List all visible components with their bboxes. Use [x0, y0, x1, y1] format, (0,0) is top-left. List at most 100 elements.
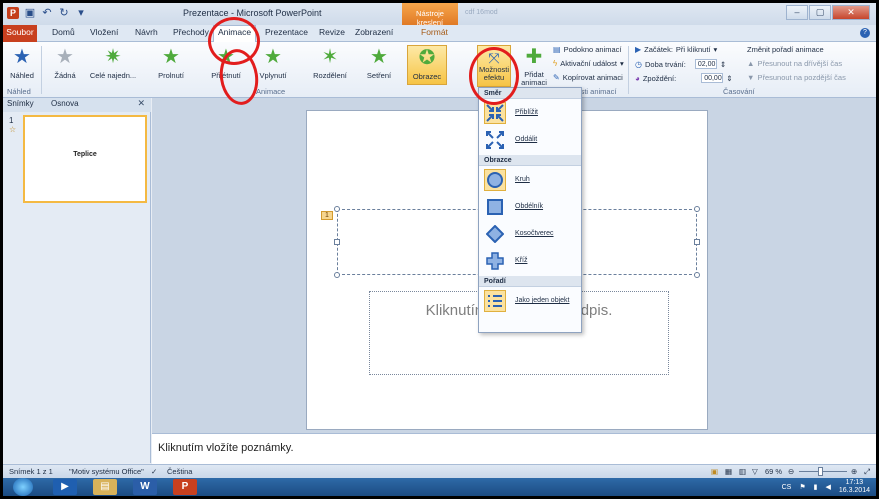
animation-label: Celé najedn... [89, 71, 137, 80]
split-star-icon: ✶ [321, 46, 339, 68]
word-icon[interactable]: W [133, 479, 157, 495]
customize-toolbar-icon[interactable]: ▾ [75, 7, 87, 19]
normal-view-icon[interactable]: ▣ [711, 467, 718, 476]
animation-label: Žádná [54, 71, 76, 80]
delay-icon: ◕ [635, 73, 640, 83]
tab-file[interactable]: Soubor [3, 25, 37, 42]
tab-design[interactable]: Návrh [135, 27, 158, 37]
delay-control: ◕ Zpoždění: 00,00 ⇕ [635, 73, 733, 83]
maximize-button[interactable]: ▢ [809, 5, 831, 20]
explorer-icon[interactable]: ▤ [93, 479, 117, 495]
tab-transitions[interactable]: Přechody [173, 27, 209, 37]
start-button[interactable] [13, 478, 33, 496]
spellcheck-icon[interactable]: ✓ [151, 467, 157, 476]
resize-handle[interactable] [334, 272, 340, 278]
fit-window-icon[interactable]: ⤢ [864, 467, 870, 477]
flag-icon[interactable]: ⚑ [799, 483, 805, 491]
none-star-icon: ★ [56, 46, 74, 68]
move-earlier-label: Přesunout na dřívější čas [757, 59, 843, 68]
help-icon[interactable]: ? [860, 28, 870, 38]
zoom-level[interactable]: 69 % [765, 467, 782, 476]
resize-handle[interactable] [694, 206, 700, 212]
undo-icon[interactable]: ↶ [41, 7, 53, 19]
animation-appear[interactable]: ✷ Celé najedn... [87, 45, 139, 80]
start-dropdown[interactable]: Při kliknutí [676, 45, 711, 54]
section-sequence: Pořadí [479, 276, 581, 287]
timing-group-label: Časování [723, 87, 755, 96]
animation-order-tag[interactable]: 1 [321, 211, 333, 220]
menu-item-label: Oddálit [515, 136, 538, 143]
resize-handle[interactable] [694, 239, 700, 245]
animation-float-in[interactable]: ★ Vplynutí [253, 45, 293, 80]
redo-icon[interactable]: ↻ [58, 7, 70, 19]
menu-item-diamond[interactable]: Kosočtverec [479, 220, 581, 247]
resize-handle[interactable] [334, 239, 340, 245]
move-later-button[interactable]: ▼ Přesunout na pozdější čas [747, 73, 846, 82]
animation-pane-icon: ▤ [553, 45, 561, 54]
spinner-icon[interactable]: ⇕ [726, 74, 732, 83]
animation-wipe[interactable]: ★ Setření [361, 45, 397, 80]
tab-outline[interactable]: Osnova [51, 99, 79, 108]
slide-thumbnail[interactable]: Teplice [23, 115, 147, 203]
windows-taskbar: ▶ ▤ W P CS ⚑ ▮ ◀ 17:13 16.3.2014 [3, 478, 876, 496]
menu-item-circle[interactable]: Kruh [479, 166, 581, 193]
notes-pane[interactable]: Kliknutím vložíte poznámky. [152, 433, 876, 464]
close-button[interactable]: ✕ [832, 5, 870, 20]
animation-painter-button[interactable]: ✎ Kopírovat animaci [553, 73, 623, 82]
menu-item-label: Přiblížit [515, 109, 538, 116]
resize-handle[interactable] [694, 272, 700, 278]
network-icon[interactable]: ▮ [814, 483, 818, 491]
animation-label: Vplynutí [259, 71, 287, 80]
menu-item-as-one-object[interactable]: Jako jeden objekt [479, 287, 581, 314]
reading-view-icon[interactable]: ▥ [739, 467, 746, 476]
chevron-down-icon[interactable]: ▾ [714, 45, 718, 54]
menu-item-label: Obdélník [515, 203, 544, 210]
language-status[interactable]: Čeština [167, 467, 192, 476]
tab-home[interactable]: Domů [52, 27, 75, 37]
zoom-slider-thumb[interactable] [818, 467, 823, 476]
menu-item-zoom-out[interactable]: Oddálit [479, 126, 581, 153]
animation-painter-label: Kopírovat animaci [562, 73, 623, 82]
close-icon[interactable]: ✕ [137, 98, 145, 109]
tab-slideshow[interactable]: Prezentace [265, 27, 308, 37]
preview-button[interactable]: ★ Náhled [6, 45, 38, 80]
resize-handle[interactable] [334, 206, 340, 212]
powerpoint-taskbar-icon[interactable]: P [173, 479, 197, 495]
tab-insert[interactable]: Vložení [90, 27, 118, 37]
menu-item-label: Kříž [515, 257, 528, 264]
animation-pane-button[interactable]: ▤ Podokno animací [553, 45, 622, 54]
tab-slides[interactable]: Snímky [7, 99, 34, 108]
tab-format[interactable]: Formát [421, 27, 448, 37]
zoom-in-icon[interactable]: ⊕ [851, 467, 857, 476]
menu-item-plus[interactable]: Kříž [479, 247, 581, 274]
media-player-icon[interactable]: ▶ [53, 479, 77, 495]
clock[interactable]: 17:13 16.3.2014 [839, 479, 870, 495]
delay-input[interactable]: 00,00 [701, 73, 724, 83]
animation-fade[interactable]: ★ Prolnutí [151, 45, 191, 80]
trigger-button[interactable]: ϟ Aktivační událost ▾ [553, 59, 624, 68]
sorter-view-icon[interactable]: ▦ [725, 467, 732, 476]
animation-shape[interactable]: ✪ Obrazec [407, 45, 447, 85]
list-icon [484, 289, 506, 312]
save-icon[interactable]: ▣ [24, 7, 36, 19]
tab-view[interactable]: Zobrazení [355, 27, 393, 37]
input-language[interactable]: CS [782, 484, 792, 491]
animation-star-icon: ☆ [9, 125, 17, 134]
volume-icon[interactable]: ◀ [825, 483, 830, 491]
zoom-out-arrows-icon [484, 129, 506, 151]
tab-review[interactable]: Revize [319, 27, 345, 37]
theme-name[interactable]: "Motiv systému Office" [69, 467, 144, 476]
spinner-icon[interactable]: ⇕ [720, 60, 726, 69]
duration-input[interactable]: 02,00 [694, 59, 717, 69]
slideshow-view-icon[interactable]: ▽ [752, 467, 758, 476]
add-animation-button[interactable]: ✚ Přidat animaci [518, 45, 550, 87]
minimize-button[interactable]: – [786, 5, 808, 20]
slide-info: Snímek 1 z 1 [9, 467, 53, 476]
animation-split[interactable]: ✶ Rozdělení [307, 45, 353, 80]
zoom-slider[interactable] [799, 471, 847, 472]
move-earlier-button[interactable]: ▲ Přesunout na dřívější čas [747, 59, 842, 68]
zoom-out-icon[interactable]: ⊖ [788, 467, 794, 476]
menu-item-box[interactable]: Obdélník [479, 193, 581, 220]
powerpoint-logo-icon[interactable]: P [7, 7, 19, 19]
animation-none[interactable]: ★ Žádná [47, 45, 83, 80]
